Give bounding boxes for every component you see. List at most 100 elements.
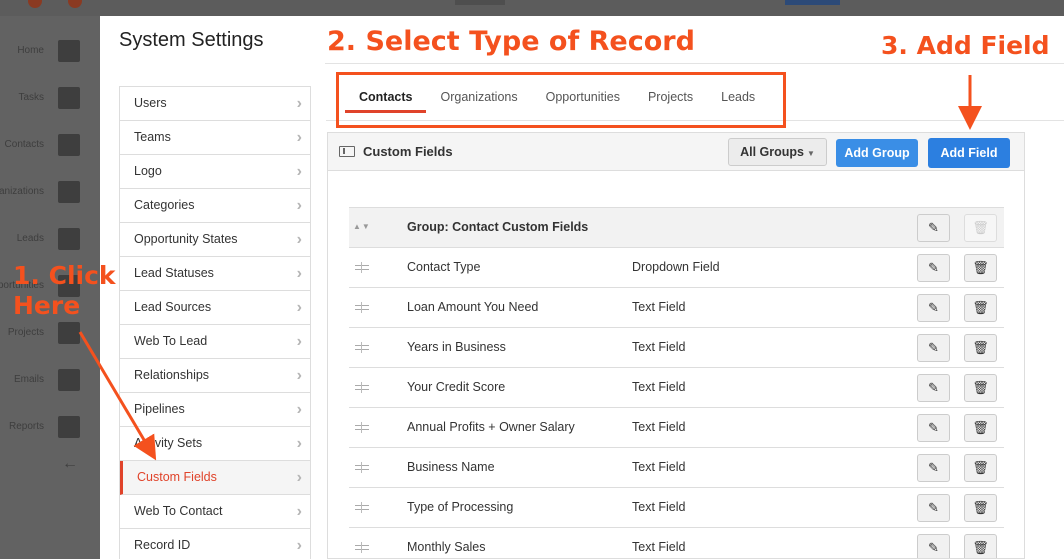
tabs-highlight-box [336,72,786,128]
delete-group-button: 🗑 [964,214,997,242]
field-type: Text Field [632,300,686,314]
background-nav-item: Tasks [0,81,100,115]
settings-menu-item-categories[interactable]: Categories › [120,189,310,223]
table-row: Business Name Text Field ✎ 🗑 [349,448,1004,488]
edit-field-button[interactable]: ✎ [917,294,950,322]
settings-menu-item-relationships[interactable]: Relationships › [120,359,310,393]
chevron-right-icon: › [296,197,302,214]
settings-menu-item-pipelines[interactable]: Pipelines › [120,393,310,427]
field-type: Text Field [632,540,686,554]
field-name: Your Credit Score [407,380,506,394]
field-type: Text Field [632,420,686,434]
settings-menu-item-opportunity-states[interactable]: Opportunity States › [120,223,310,257]
group-label: Group: Contact Custom Fields [407,220,589,234]
drag-handle-icon[interactable] [355,422,369,434]
field-name: Loan Amount You Need [407,300,539,314]
pencil-icon: ✎ [928,220,939,235]
delete-field-button[interactable]: 🗑 [964,254,997,282]
drag-handle-icon[interactable] [355,382,369,394]
settings-menu-item-record-id[interactable]: Record ID › [120,529,310,559]
menu-item-label: Relationships [134,368,210,382]
settings-menu-item-lead-sources[interactable]: Lead Sources › [120,291,310,325]
settings-menu-item-custom-fields[interactable]: Custom Fields › [120,461,310,495]
settings-menu-item-logo[interactable]: Logo › [120,155,310,189]
background-nav-item: Projects [0,316,100,350]
menu-item-label: Categories [134,198,195,212]
delete-field-button[interactable]: 🗑 [964,454,997,482]
logo-icon [68,0,82,8]
field-name: Annual Profits + Owner Salary [407,420,575,434]
background-nav-item: Home [0,34,100,68]
reports-icon [58,416,80,438]
menu-item-label: Record ID [134,538,191,552]
field-type: Text Field [632,340,686,354]
trash-icon: 🗑 [972,380,989,395]
drag-handle-icon[interactable] [355,542,369,554]
panel-header: Custom Fields All Groups ▼ Add Group Add … [328,133,1024,171]
menu-item-label: Web To Contact [134,504,223,518]
background-search-bar [455,0,505,5]
menu-item-label: Teams [134,130,171,144]
contacts-icon [58,134,80,156]
menu-item-label: Users [134,96,167,110]
settings-menu-item-users[interactable]: Users › [120,87,310,121]
trash-icon: 🗑 [972,220,989,235]
sort-arrows-icon[interactable]: ▲▼ [353,222,371,231]
background-nav-label: Tasks [18,92,44,103]
table-row: Your Credit Score Text Field ✎ 🗑 [349,368,1004,408]
divider [325,63,1064,64]
delete-field-button[interactable]: 🗑 [964,494,997,522]
edit-group-button[interactable]: ✎ [917,214,950,242]
trash-icon: 🗑 [972,300,989,315]
chevron-right-icon: › [296,231,302,248]
menu-item-label: Custom Fields [137,470,217,484]
trash-icon: 🗑 [972,260,989,275]
drag-handle-icon[interactable] [355,502,369,514]
settings-menu-item-web-to-contact[interactable]: Web To Contact › [120,495,310,529]
edit-field-button[interactable]: ✎ [917,454,950,482]
field-name: Type of Processing [407,500,514,514]
settings-menu-item-teams[interactable]: Teams › [120,121,310,155]
group-row: ▲▼ Group: Contact Custom Fields ✎ 🗑 [349,207,1004,248]
organizations-icon [58,181,80,203]
add-group-button[interactable]: Add Group [836,139,918,167]
drag-handle-icon[interactable] [355,302,369,314]
drag-handle-icon[interactable] [355,342,369,354]
settings-menu-item-activity-sets[interactable]: Activity Sets › [120,427,310,461]
annotation-step-3: 3. Add Field [881,31,1050,60]
drag-handle-icon[interactable] [355,462,369,474]
table-row: Years in Business Text Field ✎ 🗑 [349,328,1004,368]
pencil-icon: ✎ [928,540,939,555]
chevron-right-icon: › [296,163,302,180]
delete-field-button[interactable]: 🗑 [964,414,997,442]
add-field-button[interactable]: Add Field [928,138,1010,168]
projects-icon [58,322,80,344]
edit-field-button[interactable]: ✎ [917,414,950,442]
chevron-right-icon: › [296,299,302,316]
edit-field-button[interactable]: ✎ [917,494,950,522]
settings-menu-item-lead-statuses[interactable]: Lead Statuses › [120,257,310,291]
menu-item-label: Lead Statuses [134,266,214,280]
edit-field-button[interactable]: ✎ [917,254,950,282]
pencil-icon: ✎ [928,260,939,275]
emails-icon [58,369,80,391]
chevron-right-icon: › [296,503,302,520]
settings-menu-item-web-to-lead[interactable]: Web To Lead › [120,325,310,359]
edit-field-button[interactable]: ✎ [917,534,950,558]
home-icon [58,40,80,62]
delete-field-button[interactable]: 🗑 [964,334,997,362]
background-nav-item: Emails [0,363,100,397]
chevron-right-icon: › [296,435,302,452]
field-name: Business Name [407,460,495,474]
caret-down-icon: ▼ [806,149,815,158]
delete-field-button[interactable]: 🗑 [964,534,997,558]
tasks-icon [58,87,80,109]
edit-field-button[interactable]: ✎ [917,374,950,402]
edit-field-button[interactable]: ✎ [917,334,950,362]
delete-field-button[interactable]: 🗑 [964,374,997,402]
all-groups-dropdown[interactable]: All Groups ▼ [728,138,827,166]
chevron-right-icon: › [296,95,302,112]
drag-handle-icon[interactable] [355,262,369,274]
delete-field-button[interactable]: 🗑 [964,294,997,322]
menu-item-label: Lead Sources [134,300,212,314]
